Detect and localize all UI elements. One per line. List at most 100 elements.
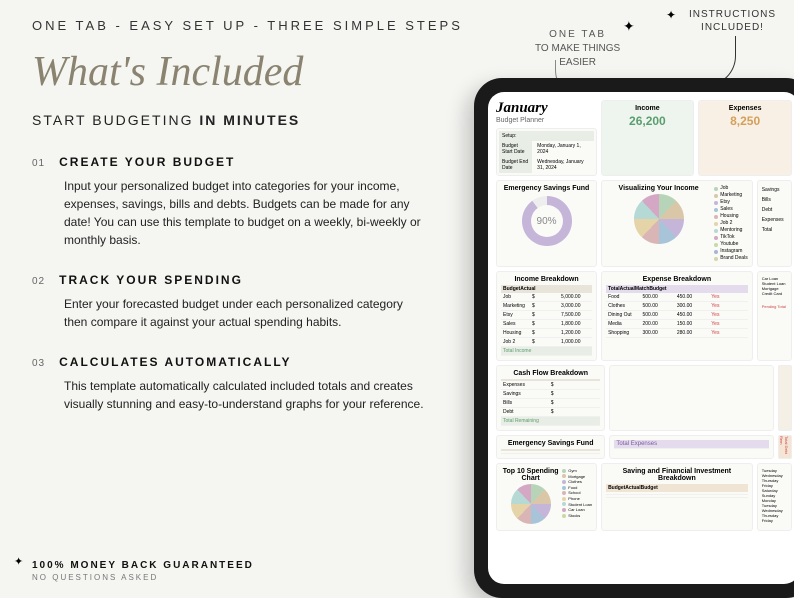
spreadsheet-screen: January Budget Planner Setup: Budget Sta…: [488, 92, 794, 584]
tablet-mockup: January Budget Planner Setup: Budget Sta…: [474, 78, 794, 598]
step-body: Input your personalized budget into cate…: [64, 177, 424, 249]
cell: Marketing: [503, 303, 532, 309]
cell: 500.00: [642, 294, 676, 300]
donut-chart-icon: 90%: [522, 196, 572, 246]
cell: 1,000.00: [561, 339, 590, 345]
callout-line: INCLUDED!: [689, 21, 776, 34]
cell: 500.00: [642, 303, 676, 309]
cell: 200.00: [642, 321, 676, 327]
legend-item: Marketing: [720, 192, 742, 199]
legend-item: Job: [720, 185, 728, 192]
callout-line: ONE TAB: [535, 28, 620, 42]
total-expenses: Total Expenses: [616, 441, 767, 447]
col-header: Budget: [503, 286, 520, 292]
col-header: Budget: [641, 485, 658, 491]
cell: Media: [608, 321, 642, 327]
pie-chart-icon: [634, 194, 684, 244]
setup-cell: Budget End Date: [499, 157, 532, 173]
callout-line: INSTRUCTIONS: [689, 8, 776, 21]
saving-header: Saving and Financial Investment Breakdow…: [606, 468, 748, 482]
cell: Job: [503, 294, 532, 300]
step-item: 02 TRACK YOUR SPENDING Enter your forecas…: [32, 273, 432, 331]
cell: $: [532, 312, 561, 318]
legend-item: Sales: [720, 206, 733, 213]
col-header: Budget: [608, 485, 625, 491]
sparkle-icon: ✦: [623, 18, 635, 35]
income-value: 26,200: [606, 114, 690, 128]
guarantee-sub: NO QUESTIONS ASKED: [32, 573, 254, 582]
expense-break-header: Expense Breakdown: [606, 276, 748, 283]
cell: Savings: [503, 391, 551, 397]
cell: Yes: [711, 294, 745, 300]
step-title: TRACK YOUR SPENDING: [59, 273, 243, 287]
cell: Shopping: [608, 330, 642, 336]
donut-percent: 90%: [531, 205, 563, 237]
cell: $: [551, 382, 599, 388]
income-break-header: Income Breakdown: [501, 276, 592, 283]
guarantee-main: 100% MONEY BACK GUARANTEED: [32, 560, 254, 571]
cell: $: [532, 330, 561, 336]
cell: Clothes: [608, 303, 642, 309]
legend-item: Mentoring: [720, 227, 742, 234]
total-debt: Total Debt Rem: [779, 436, 789, 458]
cell: $: [551, 409, 599, 415]
setup-cell: Budget Start Date: [499, 141, 532, 157]
pie-chart-icon: [511, 484, 551, 524]
cell: 300.00: [642, 330, 676, 336]
expenses-value: 8,250: [703, 114, 787, 128]
cell: 450.00: [677, 294, 711, 300]
setup-label: Setup:: [499, 131, 594, 141]
subtitle-bold: IN MINUTES: [199, 112, 300, 128]
cashflow-header: Cash Flow Breakdown: [501, 370, 600, 377]
cell: Sales: [503, 321, 532, 327]
legend-item: Stocks: [568, 513, 580, 519]
legend-item: Brand Deals: [720, 255, 748, 262]
legend-item: Etsy: [720, 199, 730, 206]
setup-cell: Wednesday, January 31, 2024: [535, 157, 593, 173]
col-header: Actual: [520, 286, 535, 292]
cell: 1,800.00: [561, 321, 590, 327]
cell: 500.00: [642, 312, 676, 318]
side-cat: Savings: [762, 185, 787, 195]
cell: Yes: [711, 312, 745, 318]
side-strip: Total Debt Rem: [778, 435, 792, 459]
main-title: What's Included: [32, 48, 303, 96]
step-item: 03 CALCULATES AUTOMATICALLY This template…: [32, 355, 432, 413]
step-number: 02: [32, 276, 45, 287]
expenses-label: Expenses: [703, 105, 787, 112]
setup-cell: Monday, January 1, 2024: [535, 141, 593, 157]
cell: Yes: [711, 303, 745, 309]
total-row: Total Income: [503, 348, 532, 354]
cell: Food: [608, 294, 642, 300]
step-body: This template automatically calculated i…: [64, 377, 424, 413]
step-number: 03: [32, 358, 45, 369]
guarantee-text: 100% MONEY BACK GUARANTEED NO QUESTIONS …: [32, 560, 254, 582]
side-cat: Debt: [762, 205, 787, 215]
cell: $: [532, 294, 561, 300]
cell: Housing: [503, 330, 532, 336]
step-title: CALCULATES AUTOMATICALLY: [59, 355, 291, 369]
cell: 450.00: [677, 312, 711, 318]
cell: Job 2: [503, 339, 532, 345]
step-number: 01: [32, 158, 45, 169]
subtitle: START BUDGETING IN MINUTES: [32, 112, 300, 128]
day: Friday: [762, 518, 787, 523]
cell: $: [551, 400, 599, 406]
pie-legend: Job Marketing Etsy Sales Housing Job 2 M…: [714, 185, 748, 262]
cell: 3,000.00: [561, 303, 590, 309]
cell: Debt: [503, 409, 551, 415]
steps-list: 01CREATE YOUR BUDGET Input your personal…: [32, 155, 432, 437]
income-label: Income: [606, 105, 690, 112]
sparkle-icon: ✦: [14, 555, 23, 568]
side-strip: [778, 365, 792, 431]
cell: 150.00: [677, 321, 711, 327]
emergency2-header: Emergency Savings Fund: [501, 440, 600, 447]
cell: $: [532, 303, 561, 309]
debt-item: Credit Card: [762, 291, 787, 296]
side-cat: Total: [762, 225, 787, 235]
step-body: Enter your forecasted budget under each …: [64, 295, 424, 331]
legend-item: TikTok: [720, 234, 734, 241]
legend-item: Youtube: [720, 241, 738, 248]
cell: Yes: [711, 321, 745, 327]
cell: $: [532, 339, 561, 345]
